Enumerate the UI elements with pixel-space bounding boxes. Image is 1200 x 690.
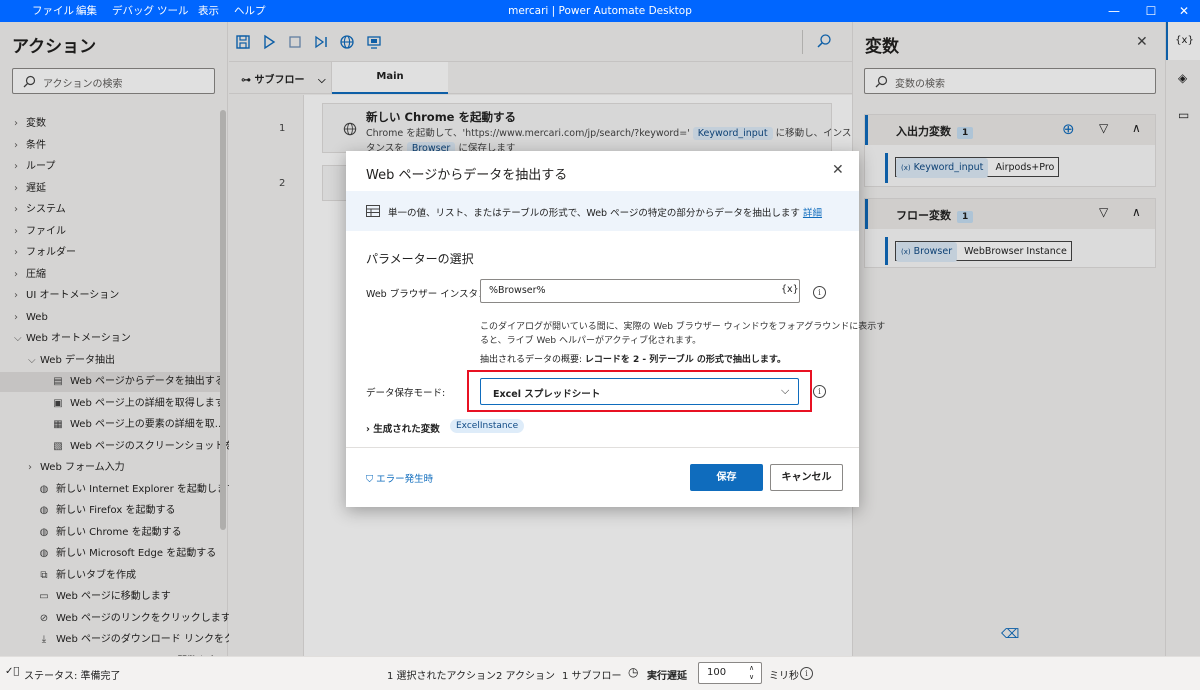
delay-value: 100 [707,667,727,678]
info-text: 単一の値、リスト、またはテーブルの形式で、Web ページの特定の部分からデータを… [388,205,822,219]
clock-icon: ◷ [628,665,639,679]
menu-debug[interactable]: デバッグ [112,0,154,22]
on-error-link[interactable]: ⛉ エラー発生時 [366,471,433,485]
delay-input[interactable]: 100 ∧ ∨ [698,662,762,684]
cancel-button[interactable]: キャンセル [770,464,843,491]
summary-detail: レコードを 2 - 列テーブル の形式で抽出します。 [584,355,786,365]
dialog-title: Web ページからデータを抽出する [366,168,568,183]
browser-value: %Browser% [489,285,546,296]
info-banner: 単一の値、リスト、またはテーブルの形式で、Web ページの特定の部分からデータを… [346,191,859,231]
minimize-icon[interactable]: — [1096,0,1132,22]
info-icon[interactable]: i [800,667,813,680]
info-icon[interactable]: i [813,286,826,299]
close-dialog-icon[interactable]: ✕ [832,162,844,178]
table-icon [366,205,380,217]
data-summary: 抽出されるデータの概要: レコードを 2 - 列テーブル の形式で抽出します。 [480,352,786,365]
close-window-icon[interactable]: ✕ [1166,0,1200,22]
helper-line-2: ると、ライブ Web ヘルパーがアクティブ化されます。 [480,336,702,346]
action-count: 2 アクション [496,671,556,682]
title-bar: mercari | Power Automate Desktop ファイル 編集… [0,0,1200,22]
delay-unit: ミリ秒 [769,671,799,682]
details-link[interactable]: 詳細 [803,208,822,219]
status-bar: ✓⃝ ステータス: 準備完了 1 選択されたアクション 2 アクション 1 サブ… [0,656,1200,690]
subflow-count: 1 サブフロー [562,671,622,682]
generated-var-chip[interactable]: ExcelInstance [450,419,525,433]
status-ok-icon: ✓⃝ [5,666,20,677]
extract-data-dialog: Web ページからデータを抽出する ✕ 単一の値、リスト、またはテーブルの形式で… [346,151,885,507]
save-mode-value: Excel スプレッドシート [493,389,601,400]
info-icon[interactable]: i [813,385,826,398]
selected-count: 1 選択されたアクション [387,671,497,682]
status-text: ステータス: 準備完了 [24,671,121,682]
menu-view[interactable]: 表示 [198,0,219,22]
summary-prefix: 抽出されるデータの概要: [480,355,585,365]
info-description: 単一の値、リスト、またはテーブルの形式で、Web ページの特定の部分からデータを… [388,208,800,219]
menu-edit[interactable]: 編集 [76,0,97,22]
shield-icon: ⛉ [366,474,374,485]
helper-line-1: このダイアログが開いている間に、実際の Web ブラウザー ウィンドウをフォアグ… [480,322,886,332]
spinner-icon[interactable]: ∧ ∨ [749,664,754,682]
section-title: パラメーターの選択 [366,252,474,266]
save-button[interactable]: 保存 [690,464,763,491]
menu-tools[interactable]: ツール [157,0,189,22]
menu-file[interactable]: ファイル [32,0,74,22]
generated-vars-label: 生成された変数 [373,424,440,435]
generated-vars-toggle[interactable]: › 生成された変数 [366,421,440,435]
chevron-right-icon: › [366,424,370,435]
delay-label: 実行遅延 [647,671,687,682]
on-error-label: エラー発生時 [376,474,434,485]
helper-text: このダイアログが開いている間に、実際の Web ブラウザー ウィンドウをフォアグ… [480,320,885,348]
chevron-down-icon: ⌵ [781,384,790,397]
browser-instance-input[interactable]: %Browser% {x} [480,279,800,303]
menu-help[interactable]: ヘルプ [234,0,266,22]
mode-label: データ保存モード: [366,388,446,399]
variable-picker-icon[interactable]: {x} [781,284,799,295]
save-mode-select[interactable]: Excel スプレッドシート ⌵ [480,378,799,405]
maximize-icon[interactable]: ☐ [1133,0,1169,22]
